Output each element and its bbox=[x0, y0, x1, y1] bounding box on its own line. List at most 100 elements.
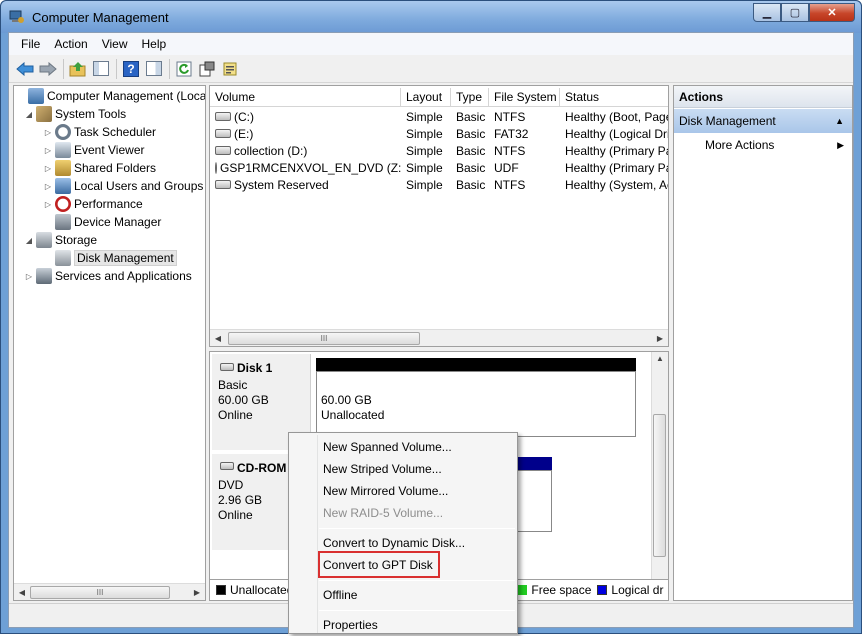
menu-separator bbox=[319, 580, 515, 581]
volume-type: Basic bbox=[456, 143, 486, 158]
table-row[interactable]: (E:) Simple Basic FAT32 Healthy (Logical… bbox=[210, 125, 669, 142]
menu-separator bbox=[319, 528, 515, 529]
menu-gutter bbox=[317, 435, 318, 633]
scroll-right-icon[interactable]: ▶ bbox=[189, 588, 205, 597]
tree-item-shared-folders[interactable]: ▷ Shared Folders bbox=[43, 159, 156, 177]
actions-section-disk-management[interactable]: Disk Management ▲ bbox=[674, 109, 852, 133]
disk-view-vertical-scrollbar[interactable]: ▲ bbox=[651, 352, 668, 599]
tree-expand-icon[interactable]: ▷ bbox=[43, 182, 53, 191]
tree-horizontal-scrollbar[interactable]: ◀ III ▶ bbox=[14, 583, 205, 600]
refresh-icon bbox=[176, 61, 192, 76]
tree-expand-icon[interactable]: ▷ bbox=[43, 146, 53, 155]
legend-free-space-label: Free space bbox=[531, 583, 592, 597]
tree-collapse-icon[interactable]: ◢ bbox=[24, 110, 34, 119]
legend-free-space-swatch bbox=[517, 585, 528, 595]
disk-1-partition-bar bbox=[316, 358, 636, 371]
column-status[interactable]: Status bbox=[560, 88, 668, 106]
scroll-up-icon[interactable]: ▲ bbox=[652, 354, 668, 363]
legend-logical-drive-label: Logical dr bbox=[611, 583, 664, 597]
tree-item-performance[interactable]: ▷ Performance bbox=[43, 195, 143, 213]
tree-item-device-manager[interactable]: Device Manager bbox=[43, 213, 161, 231]
menu-file[interactable]: File bbox=[14, 37, 47, 51]
tree-item-disk-management[interactable]: Disk Management bbox=[43, 249, 177, 267]
tree-expand-icon[interactable]: ▷ bbox=[43, 128, 53, 137]
menu-item-new-striped-volume[interactable]: New Striped Volume... bbox=[323, 458, 442, 480]
collapse-arrow-icon[interactable]: ▲ bbox=[835, 116, 844, 126]
table-row[interactable]: collection (D:) Simple Basic NTFS Health… bbox=[210, 142, 668, 159]
tree-collapse-icon[interactable]: ◢ bbox=[24, 236, 34, 245]
tree-item-event-viewer[interactable]: ▷ Event Viewer bbox=[43, 141, 144, 159]
menu-item-new-mirrored-volume[interactable]: New Mirrored Volume... bbox=[323, 480, 448, 502]
tree-item-label: Performance bbox=[74, 197, 143, 211]
show-hide-tree-button[interactable] bbox=[90, 58, 112, 80]
table-row[interactable]: GSP1RMCENXVOL_EN_DVD (Z:) Simple Basic U… bbox=[210, 159, 668, 176]
disk-state: Online bbox=[218, 508, 253, 522]
tree-expand-icon[interactable]: ▷ bbox=[24, 272, 34, 281]
close-button[interactable]: ✕ bbox=[809, 3, 855, 22]
volume-horizontal-scrollbar[interactable]: ◀ III ▶ bbox=[210, 329, 668, 346]
tree-item-task-scheduler[interactable]: ▷ Task Scheduler bbox=[43, 123, 156, 141]
table-row[interactable]: (C:) Simple Basic NTFS Healthy (Boot, Pa… bbox=[210, 108, 668, 125]
forward-button[interactable] bbox=[37, 58, 59, 80]
more-actions-item[interactable]: More Actions ▶ bbox=[674, 135, 852, 155]
minimize-button[interactable]: ▁ bbox=[753, 3, 781, 22]
tree-item-label: Computer Management (Local bbox=[47, 89, 206, 103]
menu-action[interactable]: Action bbox=[47, 37, 94, 51]
menu-view[interactable]: View bbox=[95, 37, 135, 51]
tree-item-local-users-groups[interactable]: ▷ Local Users and Groups bbox=[43, 177, 203, 195]
drive-icon bbox=[215, 129, 231, 138]
unallocated-partition[interactable]: 60.00 GB Unallocated bbox=[316, 371, 636, 437]
scroll-thumb[interactable]: III bbox=[228, 331, 420, 345]
partition-label: Unallocated bbox=[321, 408, 385, 422]
cdrom-icon bbox=[220, 462, 234, 470]
volume-layout: Simple bbox=[406, 143, 443, 158]
tools-icon bbox=[36, 106, 52, 122]
toolbar-separator bbox=[63, 58, 64, 79]
menu-help[interactable]: Help bbox=[135, 37, 174, 51]
back-button[interactable] bbox=[14, 58, 36, 80]
properties-icon bbox=[199, 61, 215, 76]
volume-name: (E:) bbox=[234, 126, 254, 141]
menu-item-offline[interactable]: Offline bbox=[323, 584, 357, 606]
help-button[interactable]: ? bbox=[120, 58, 142, 80]
title-bar[interactable]: Computer Management ▁ ▢ ✕ bbox=[1, 1, 861, 33]
volume-file-system: FAT32 bbox=[494, 126, 529, 141]
tree-item-computer-management[interactable]: Computer Management (Local bbox=[16, 87, 206, 105]
up-folder-icon bbox=[69, 61, 86, 76]
volume-file-system: NTFS bbox=[494, 143, 526, 158]
column-type[interactable]: Type bbox=[451, 88, 489, 106]
scroll-thumb[interactable]: III bbox=[30, 585, 170, 599]
menu-item-new-spanned-volume[interactable]: New Spanned Volume... bbox=[323, 436, 452, 458]
tree-item-system-tools[interactable]: ◢ System Tools bbox=[24, 105, 126, 123]
scroll-left-icon[interactable]: ◀ bbox=[14, 588, 30, 597]
back-icon bbox=[16, 61, 34, 76]
column-file-system[interactable]: File System bbox=[489, 88, 560, 106]
properties-button[interactable] bbox=[196, 58, 218, 80]
toolbar: ? bbox=[9, 55, 853, 83]
actions-section-label: Disk Management bbox=[679, 114, 776, 128]
tree-expand-icon[interactable]: ▷ bbox=[43, 164, 53, 173]
scroll-right-icon[interactable]: ▶ bbox=[652, 334, 668, 343]
tree-item-services-applications[interactable]: ▷ Services and Applications bbox=[24, 267, 192, 285]
show-hide-action-pane-button[interactable] bbox=[143, 58, 165, 80]
tree-item-label: Services and Applications bbox=[55, 269, 192, 283]
computer-management-icon bbox=[9, 10, 24, 23]
scroll-thumb[interactable] bbox=[653, 414, 666, 557]
menu-bar: File Action View Help bbox=[9, 33, 853, 55]
users-icon bbox=[55, 178, 71, 194]
column-volume[interactable]: Volume bbox=[210, 88, 401, 106]
menu-item-properties[interactable]: Properties bbox=[323, 614, 378, 636]
partition-size: 60.00 GB bbox=[321, 393, 372, 407]
column-layout[interactable]: Layout bbox=[401, 88, 451, 106]
up-button[interactable] bbox=[67, 58, 89, 80]
scroll-left-icon[interactable]: ◀ bbox=[210, 334, 226, 343]
volume-status: Healthy (Logical Driv bbox=[565, 126, 669, 141]
refresh-button[interactable] bbox=[173, 58, 195, 80]
export-list-button[interactable] bbox=[219, 58, 241, 80]
table-row[interactable]: System Reserved Simple Basic NTFS Health… bbox=[210, 176, 668, 193]
show-hide-tree-icon bbox=[93, 61, 109, 76]
tree-item-storage[interactable]: ◢ Storage bbox=[24, 231, 97, 249]
disk-state: Online bbox=[218, 408, 253, 422]
maximize-button[interactable]: ▢ bbox=[781, 3, 809, 22]
tree-expand-icon[interactable]: ▷ bbox=[43, 200, 53, 209]
